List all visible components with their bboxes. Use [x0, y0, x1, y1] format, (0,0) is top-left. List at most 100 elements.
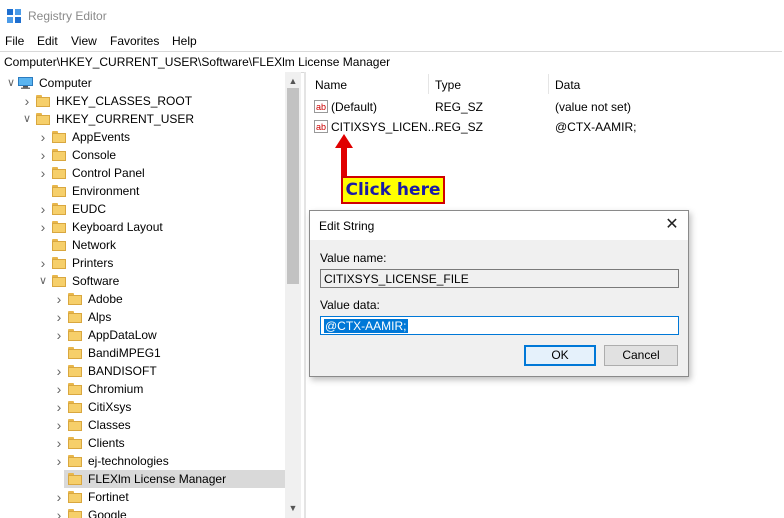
list-item[interactable]: ab (Default) REG_SZ (value not set) — [306, 98, 784, 116]
folder-icon — [68, 473, 82, 485]
value-data: @CTX-AAMIR; — [555, 120, 637, 134]
registry-tree[interactable]: ∨ Computer › HKEY_CLASSES_ROOT ∨ HKEY_CURRENT… — [0, 72, 301, 518]
chevron-right-icon[interactable]: › — [54, 364, 64, 378]
tree-item-label: Control Panel — [72, 166, 145, 180]
chevron-right-icon[interactable]: › — [38, 130, 48, 144]
tree-item[interactable]: › Control Panel — [0, 164, 300, 182]
folder-icon — [68, 401, 82, 413]
chevron-right-icon[interactable]: › — [22, 94, 32, 108]
scroll-down-icon[interactable]: ▼ — [287, 502, 299, 514]
scroll-up-icon[interactable]: ▲ — [287, 75, 299, 87]
column-header-data[interactable]: Data — [555, 72, 580, 96]
chevron-right-icon[interactable]: › — [54, 310, 64, 324]
tree-item[interactable]: › Alps — [0, 308, 300, 326]
tree-item[interactable]: FLEXlm License Manager — [64, 470, 290, 488]
close-icon[interactable]: ✕ — [662, 215, 682, 235]
chevron-right-icon[interactable]: › — [54, 292, 64, 306]
tree-item[interactable]: Network — [0, 236, 300, 254]
column-separator[interactable] — [428, 74, 429, 94]
tree-item[interactable]: › Classes — [0, 416, 300, 434]
folder-icon — [68, 329, 82, 341]
tree-item-label: HKEY_CURRENT_USER — [56, 112, 195, 126]
chevron-right-icon[interactable]: › — [38, 148, 48, 162]
menu-bar: File Edit View Favorites Help — [0, 31, 784, 51]
chevron-right-icon[interactable]: › — [38, 202, 48, 216]
value-type: REG_SZ — [435, 100, 484, 114]
chevron-right-icon[interactable]: › — [54, 328, 64, 342]
tree-item[interactable]: › Clients — [0, 434, 300, 452]
folder-icon — [68, 311, 82, 323]
value-name-text: CITIXSYS_LICENSE_FILE — [324, 272, 469, 286]
value-name-label: Value name: — [320, 251, 387, 265]
dialog-title-bar: Edit String ✕ — [310, 211, 688, 240]
tree-item-label: Classes — [88, 418, 131, 432]
tree-item[interactable]: › ej-technologies — [0, 452, 300, 470]
value-name: CITIXSYS_LICEN... — [331, 120, 438, 134]
tree-item-label: Console — [72, 148, 117, 162]
tree-scrollbar-thumb[interactable] — [287, 88, 299, 284]
red-arrow-icon — [335, 134, 353, 180]
tree-item-label: AppDataLow — [88, 328, 157, 342]
registry-editor-icon — [7, 9, 21, 23]
chevron-right-icon[interactable]: › — [54, 400, 64, 414]
tree-item[interactable]: › HKEY_CLASSES_ROOT — [0, 92, 300, 110]
tree-item[interactable]: › CitiXsys — [0, 398, 300, 416]
folder-icon — [52, 257, 66, 269]
ok-button[interactable]: OK — [524, 345, 596, 366]
chevron-right-icon[interactable]: › — [54, 418, 64, 432]
list-item[interactable]: ab CITIXSYS_LICEN... REG_SZ @CTX-AAMIR; — [306, 118, 784, 136]
tree-item[interactable]: › AppEvents — [0, 128, 300, 146]
tree-item-label: Environment — [72, 184, 140, 198]
chevron-right-icon[interactable]: › — [54, 454, 64, 468]
chevron-right-icon[interactable]: › — [54, 436, 64, 450]
click-here-callout: Click here — [341, 176, 445, 204]
chevron-right-icon[interactable]: › — [54, 490, 64, 504]
column-header-name[interactable]: Name — [315, 72, 347, 96]
column-header-type[interactable]: Type — [435, 72, 461, 96]
tree-item[interactable]: › Chromium — [0, 380, 300, 398]
tree-item[interactable]: › Fortinet — [0, 488, 300, 506]
folder-icon — [52, 203, 66, 215]
tree-item[interactable]: › Console — [0, 146, 300, 164]
computer-icon — [18, 77, 33, 89]
tree-item[interactable]: › Adobe — [0, 290, 300, 308]
folder-icon — [68, 365, 82, 377]
chevron-down-icon[interactable]: ∨ — [6, 77, 16, 89]
tree-item-label: BANDISOFT — [88, 364, 157, 378]
tree-item[interactable]: › BANDISOFT — [0, 362, 300, 380]
tree-item-label: AppEvents — [72, 130, 131, 144]
tree-item-label: Chromium — [88, 382, 144, 396]
menu-help[interactable]: Help — [172, 34, 197, 48]
tree-item[interactable]: › Google — [0, 506, 300, 518]
chevron-right-icon[interactable]: › — [54, 382, 64, 396]
tree-item[interactable]: ∨ HKEY_CURRENT_USER — [0, 110, 300, 128]
folder-icon — [52, 239, 66, 251]
value-data-input[interactable]: @CTX-AAMIR; — [320, 316, 679, 335]
tree-item-label: Google — [88, 508, 127, 518]
chevron-down-icon[interactable]: ∨ — [22, 113, 32, 125]
chevron-right-icon[interactable]: › — [38, 166, 48, 180]
tree-item[interactable]: › Printers — [0, 254, 300, 272]
address-bar[interactable]: Computer\HKEY_CURRENT_USER\Software\FLEX… — [0, 51, 782, 73]
chevron-right-icon[interactable]: › — [38, 256, 48, 270]
menu-view[interactable]: View — [71, 34, 97, 48]
tree-item-label: ej-technologies — [88, 454, 169, 468]
column-separator[interactable] — [548, 74, 549, 94]
title-bar: Registry Editor — [0, 0, 784, 31]
folder-icon — [68, 293, 82, 305]
tree-item[interactable]: › EUDC — [0, 200, 300, 218]
menu-favorites[interactable]: Favorites — [110, 34, 159, 48]
tree-item[interactable]: › Keyboard Layout — [0, 218, 300, 236]
tree-item[interactable]: ∨ Computer — [0, 74, 300, 92]
tree-item[interactable]: Environment — [0, 182, 300, 200]
string-value-icon: ab — [314, 120, 328, 133]
chevron-right-icon[interactable]: › — [54, 508, 64, 518]
menu-file[interactable]: File — [5, 34, 24, 48]
tree-item[interactable]: ∨ Software — [0, 272, 300, 290]
cancel-button[interactable]: Cancel — [604, 345, 678, 366]
chevron-down-icon[interactable]: ∨ — [38, 275, 48, 287]
tree-item[interactable]: › AppDataLow — [0, 326, 300, 344]
menu-edit[interactable]: Edit — [37, 34, 58, 48]
chevron-right-icon[interactable]: › — [38, 220, 48, 234]
tree-item[interactable]: BandiMPEG1 — [0, 344, 300, 362]
